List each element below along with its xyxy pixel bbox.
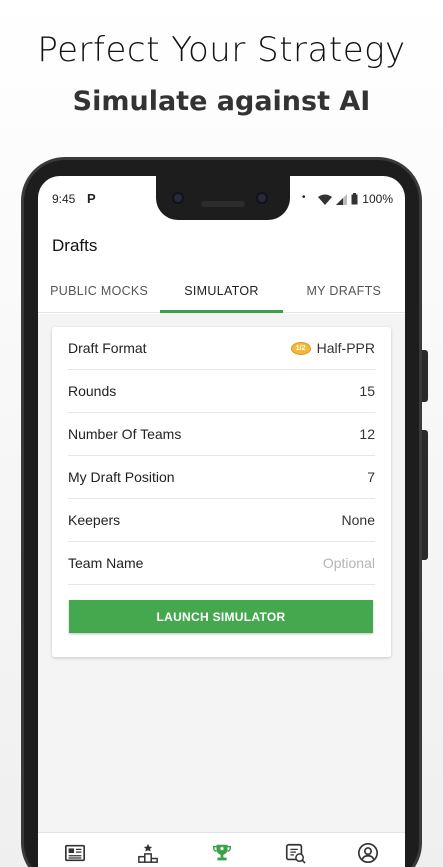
nav-draft-board[interactable] (258, 833, 331, 867)
wifi-icon (318, 194, 333, 205)
page-title: Drafts (52, 236, 98, 255)
nav-news[interactable] (38, 833, 111, 867)
launch-simulator-button[interactable]: LAUNCH SIMULATOR (69, 600, 373, 633)
bottom-navigation (38, 832, 405, 867)
football-icon: 1/2 (290, 341, 311, 355)
nav-drafts[interactable] (185, 833, 258, 867)
draft-position-row[interactable]: My Draft Position 7 (68, 456, 375, 499)
phone-power-button (422, 350, 428, 402)
simulator-settings-card: Draft Format 1/2 Half-PPR Rounds 15 Numb… (52, 327, 391, 657)
rounds-label: Rounds (68, 383, 117, 399)
draft-format-value: 1/2 Half-PPR (290, 340, 375, 356)
front-sensor (256, 192, 268, 204)
battery-percent: 100% (362, 192, 393, 206)
rankings-podium-icon (138, 843, 159, 863)
keepers-row[interactable]: Keepers None (68, 499, 375, 542)
profile-icon (358, 843, 379, 863)
status-time: 9:45 (52, 192, 76, 206)
number-of-teams-value: 12 (359, 426, 375, 442)
nav-rankings[interactable] (111, 833, 184, 867)
simulator-content: Draft Format 1/2 Half-PPR Rounds 15 Numb… (38, 314, 405, 834)
draft-format-row[interactable]: Draft Format 1/2 Half-PPR (68, 327, 375, 370)
app-notification-icon: P (87, 191, 96, 206)
draft-position-value: 7 (367, 469, 375, 485)
phone-screen: 9:45 P • 100% Drafts PUBLIC MOCKS SIMULA… (38, 176, 405, 867)
tab-public-mocks[interactable]: PUBLIC MOCKS (38, 272, 160, 312)
promo-subtitle: Simulate against AI (72, 86, 371, 117)
number-of-teams-row[interactable]: Number Of Teams 12 (68, 413, 375, 456)
draft-format-label: Draft Format (68, 340, 147, 356)
newspaper-icon (64, 844, 85, 862)
signal-icon (336, 193, 348, 205)
tab-bar: PUBLIC MOCKS SIMULATOR MY DRAFTS (38, 272, 405, 313)
team-name-input[interactable]: Optional (323, 555, 375, 571)
team-name-label: Team Name (68, 555, 144, 571)
front-camera (172, 192, 184, 204)
tab-my-drafts[interactable]: MY DRAFTS (283, 272, 405, 312)
earpiece-speaker (201, 201, 245, 207)
trophy-icon (212, 844, 231, 861)
keepers-value: None (341, 512, 375, 528)
keepers-label: Keepers (68, 512, 121, 528)
tab-simulator[interactable]: SIMULATOR (160, 272, 283, 313)
status-indicators: 100% (318, 192, 393, 206)
phone-volume-button (422, 430, 428, 560)
nav-profile[interactable] (332, 833, 405, 867)
rounds-row[interactable]: Rounds 15 (68, 370, 375, 413)
notification-dot: • (302, 192, 306, 203)
camera-notch (156, 176, 290, 220)
promo-title: Perfect Your Strategy (37, 30, 406, 70)
team-name-row[interactable]: Team Name Optional (68, 542, 375, 585)
draft-format-text: Half-PPR (316, 340, 375, 356)
draft-position-label: My Draft Position (68, 469, 175, 485)
battery-icon (351, 193, 358, 205)
draft-board-icon (285, 843, 306, 864)
number-of-teams-label: Number Of Teams (68, 426, 182, 442)
rounds-value: 15 (359, 383, 375, 399)
